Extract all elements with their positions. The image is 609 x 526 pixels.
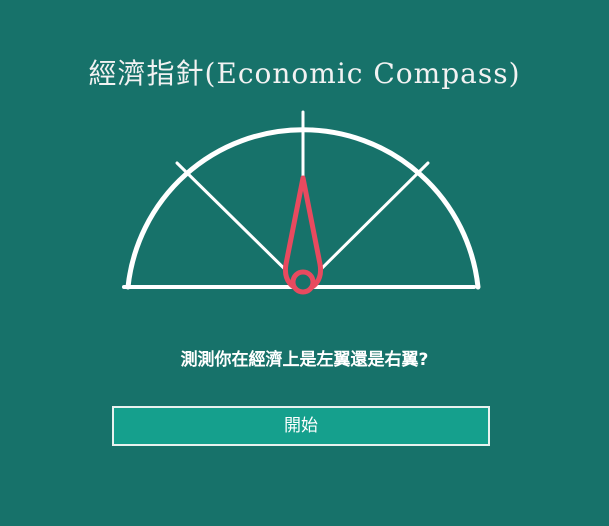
- intro-question: 測測你在經濟上是左翼還是右翼?: [180, 350, 429, 370]
- compass-gauge-icon: [122, 110, 481, 295]
- start-button[interactable]: 開始: [112, 406, 490, 446]
- needle-hub: [290, 269, 316, 295]
- compass-logo: 經濟指針(Economic Compass): [0, 0, 609, 300]
